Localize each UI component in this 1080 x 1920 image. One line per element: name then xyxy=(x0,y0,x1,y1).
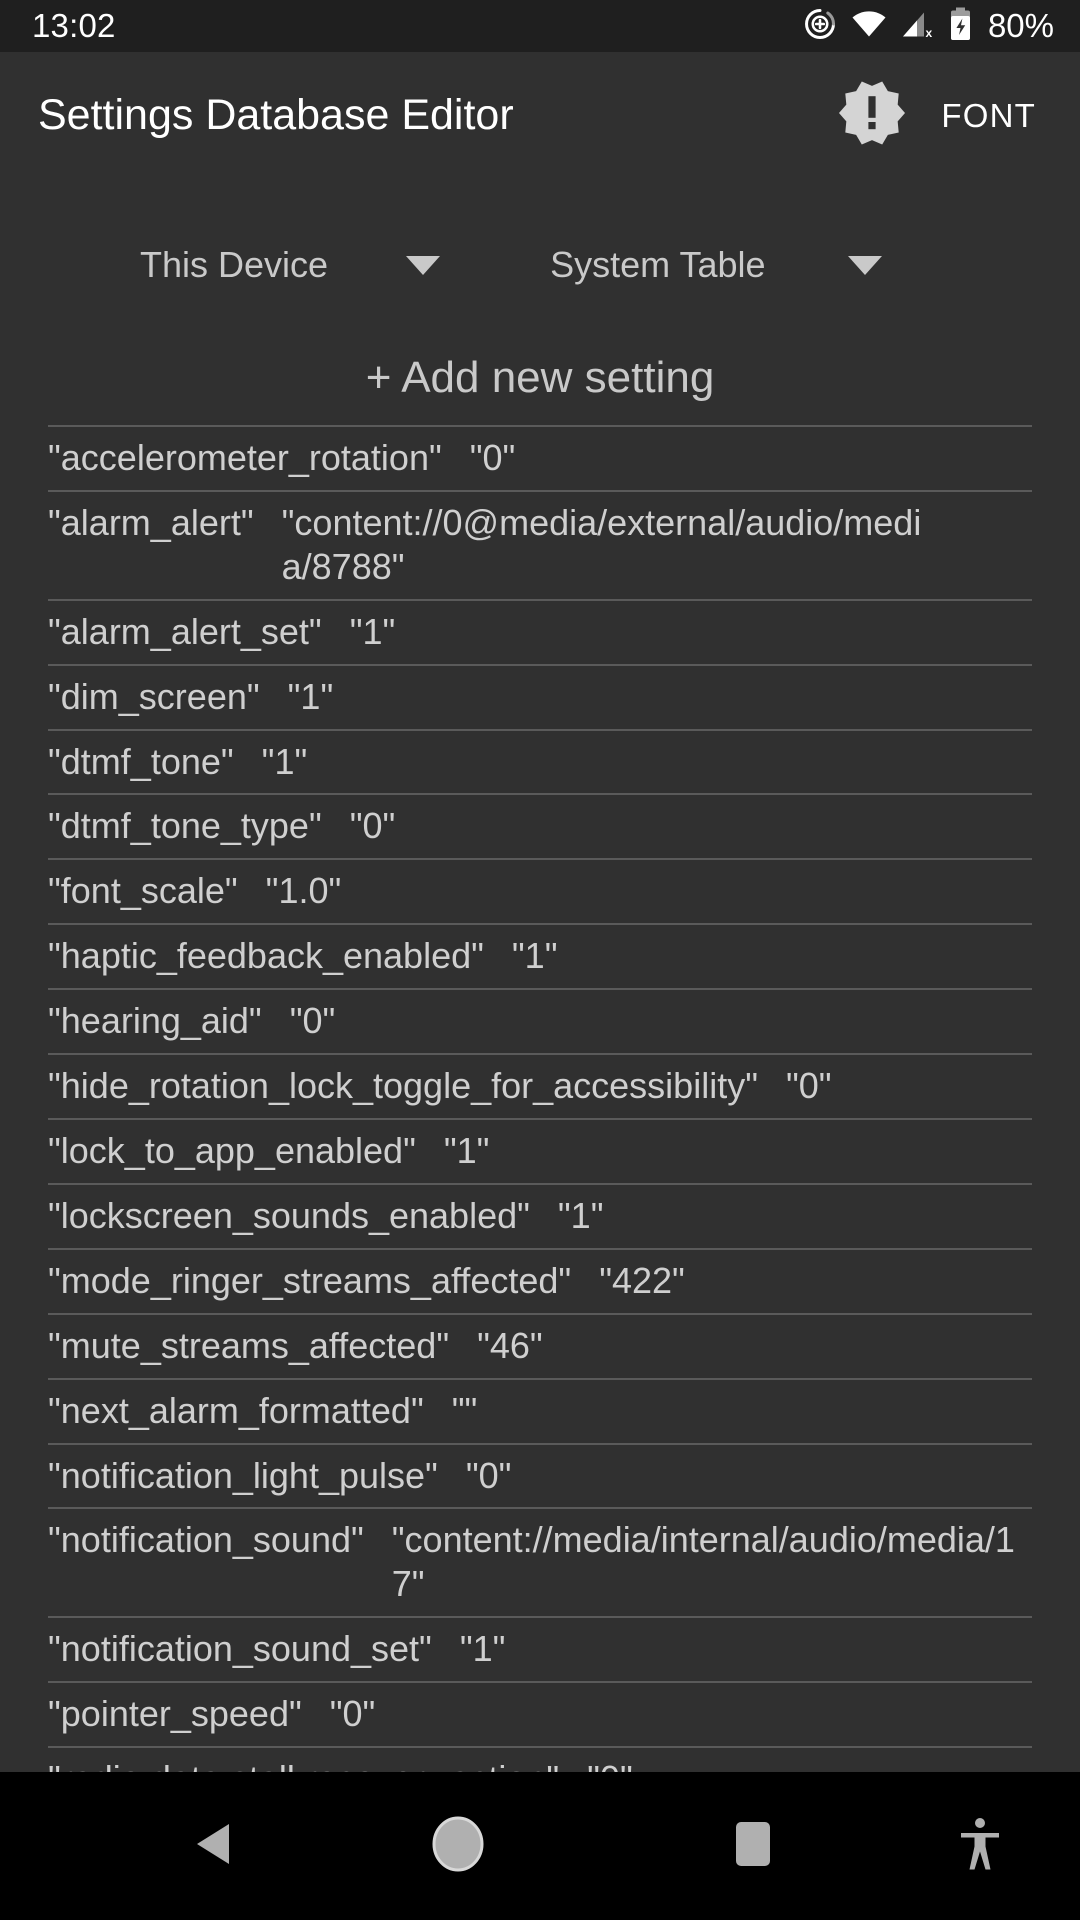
setting-row[interactable]: "mute_streams_affected" "46" xyxy=(48,1315,1032,1380)
status-bar: 13:02 x 80% xyxy=(0,0,1080,52)
phone-screen: 13:02 x 80% Settings Database Editor FON… xyxy=(0,0,1080,1920)
alarm-plus-icon xyxy=(803,7,837,46)
setting-row[interactable]: "font_scale" "1.0" xyxy=(48,860,1032,926)
accessibility-person-icon xyxy=(957,1816,1003,1877)
setting-value: "1" xyxy=(287,675,334,717)
setting-value: "0" xyxy=(785,1065,832,1107)
setting-value: "422" xyxy=(599,1259,685,1301)
setting-value: "46" xyxy=(477,1324,543,1366)
setting-value: "0" xyxy=(329,1693,376,1735)
setting-key: "mode_ringer_streams_affected" xyxy=(48,1259,572,1301)
setting-value: "1.0" xyxy=(265,870,342,912)
setting-value: "0" xyxy=(349,805,396,847)
setting-key: "alarm_alert_set" xyxy=(48,610,322,652)
add-new-setting-button[interactable]: + Add new setting xyxy=(0,339,1080,425)
setting-key: "font_scale" xyxy=(48,870,238,912)
setting-value: "0" xyxy=(465,1454,512,1496)
setting-value: "1" xyxy=(261,740,308,782)
setting-key: "mute_streams_affected" xyxy=(48,1324,450,1366)
page-title: Settings Database Editor xyxy=(38,91,514,139)
content-area: This Device System Table + Add new setti… xyxy=(0,179,1080,1920)
setting-value: "1" xyxy=(557,1194,604,1236)
setting-key: "notification_sound_set" xyxy=(48,1628,432,1670)
svg-text:x: x xyxy=(925,26,932,39)
setting-value: "content://0@media/external/audio/media/… xyxy=(281,501,922,587)
setting-key: "haptic_feedback_enabled" xyxy=(48,935,484,977)
setting-key: "hide_rotation_lock_toggle_for_accessibi… xyxy=(48,1065,758,1107)
new-releases-button[interactable] xyxy=(833,77,911,155)
setting-value: "1" xyxy=(511,935,558,977)
device-spinner-label: This Device xyxy=(140,244,329,285)
setting-key: "lockscreen_sounds_enabled" xyxy=(48,1194,530,1236)
status-bar-icons: x 80% xyxy=(803,7,1054,46)
setting-row[interactable]: "notification_sound" "content://media/int… xyxy=(48,1509,1032,1619)
setting-key: "lock_to_app_enabled" xyxy=(48,1129,416,1171)
status-bar-clock: 13:02 xyxy=(32,7,116,44)
setting-value: "content://media/internal/audio/media/17… xyxy=(391,1519,1015,1605)
setting-value: "0" xyxy=(289,1000,336,1042)
setting-row[interactable]: "hearing_aid" "0" xyxy=(48,990,1032,1056)
chevron-down-icon xyxy=(847,255,882,275)
navigation-bar xyxy=(0,1772,1080,1920)
setting-value: "1" xyxy=(459,1628,506,1670)
wifi-icon xyxy=(851,9,887,44)
app-bar: Settings Database Editor FONT xyxy=(0,52,1080,179)
setting-key: "alarm_alert" xyxy=(48,501,254,543)
setting-key: "hearing_aid" xyxy=(48,1000,262,1042)
setting-row[interactable]: "notification_sound_set" "1" xyxy=(48,1618,1032,1684)
battery-percent-label: 80% xyxy=(987,7,1054,44)
table-spinner-label: System Table xyxy=(550,244,766,285)
new-releases-icon xyxy=(836,77,908,154)
setting-key: "dim_screen" xyxy=(48,675,260,717)
settings-list[interactable]: "accelerometer_rotation" "0" "alarm_alert"… xyxy=(48,425,1032,1920)
setting-row[interactable]: "accelerometer_rotation" "0" xyxy=(48,427,1032,492)
setting-row[interactable]: "alarm_alert_set" "1" xyxy=(48,601,1032,666)
setting-row[interactable]: "dtmf_tone_type" "0" xyxy=(48,795,1032,861)
setting-row[interactable]: "next_alarm_formatted" "" xyxy=(48,1380,1032,1445)
setting-key: "dtmf_tone" xyxy=(48,740,234,782)
setting-value: "1" xyxy=(443,1129,490,1171)
back-triangle-icon xyxy=(191,1821,235,1872)
setting-key: "accelerometer_rotation" xyxy=(48,437,442,478)
setting-value: "" xyxy=(451,1389,478,1431)
setting-row[interactable]: "alarm_alert" "content://0@media/external… xyxy=(48,492,1032,601)
nav-back-button[interactable] xyxy=(78,1821,348,1872)
setting-row[interactable]: "hide_rotation_lock_toggle_for_accessibi… xyxy=(48,1055,1032,1120)
cellular-no-sim-icon: x xyxy=(901,9,935,44)
spinner-row: This Device System Table xyxy=(0,179,1080,339)
setting-value: "1" xyxy=(349,610,396,652)
nav-recents-button[interactable] xyxy=(628,1820,878,1873)
setting-row[interactable]: "mode_ringer_streams_affected" "422" xyxy=(48,1250,1032,1315)
setting-key: "notification_sound" xyxy=(48,1519,364,1561)
setting-key: "next_alarm_formatted" xyxy=(48,1389,424,1431)
setting-row[interactable]: "haptic_feedback_enabled" "1" xyxy=(48,925,1032,991)
home-circle-icon xyxy=(431,1815,485,1878)
device-spinner[interactable]: This Device xyxy=(140,244,441,286)
setting-row[interactable]: "pointer_speed" "0" xyxy=(48,1683,1032,1749)
setting-row[interactable]: "notification_light_pulse" "0" xyxy=(48,1445,1032,1510)
setting-key: "dtmf_tone_type" xyxy=(48,805,322,847)
setting-row[interactable]: "lockscreen_sounds_enabled" "1" xyxy=(48,1185,1032,1250)
font-button[interactable]: FONT xyxy=(925,87,1052,145)
setting-row[interactable]: "dtmf_tone" "1" xyxy=(48,731,1032,796)
setting-key: "notification_light_pulse" xyxy=(48,1454,438,1496)
setting-row[interactable]: "dim_screen" "1" xyxy=(48,666,1032,731)
setting-key: "pointer_speed" xyxy=(48,1693,302,1735)
recents-square-icon xyxy=(734,1820,772,1873)
setting-row[interactable]: "lock_to_app_enabled" "1" xyxy=(48,1120,1032,1185)
table-spinner[interactable]: System Table xyxy=(550,244,882,286)
battery-charging-icon xyxy=(949,7,972,46)
nav-home-button[interactable] xyxy=(348,1815,568,1878)
nav-accessibility-button[interactable] xyxy=(900,1816,1060,1877)
setting-value: "0" xyxy=(469,437,516,478)
chevron-down-icon xyxy=(406,255,441,275)
